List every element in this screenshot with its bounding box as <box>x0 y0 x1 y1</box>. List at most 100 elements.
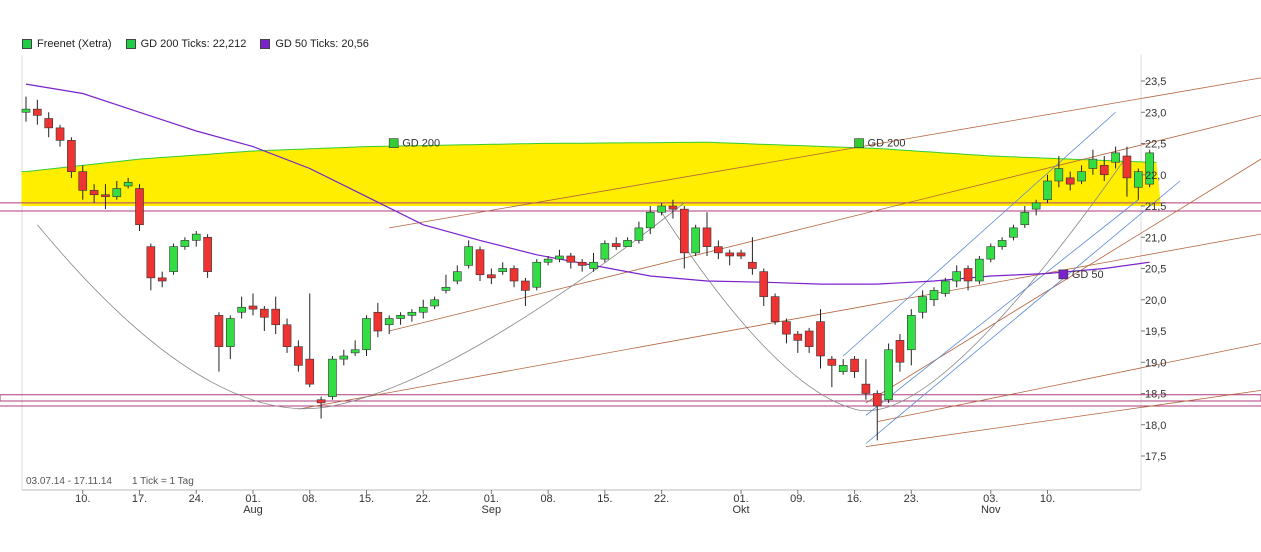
candle-body-up <box>555 255 564 260</box>
candle <box>725 249 735 266</box>
candle-body-up <box>645 211 655 229</box>
series-label-text: GD 50 <box>1072 269 1104 281</box>
candle-body-down <box>872 393 882 407</box>
candle <box>872 390 882 441</box>
candle-body-up <box>350 349 360 354</box>
candle-body-down <box>294 346 303 366</box>
candle-body-up <box>384 318 394 326</box>
y-tick-label: 22,5 <box>1145 139 1166 151</box>
candle-body-down <box>157 277 167 282</box>
candle-body-down <box>793 333 803 341</box>
candle-body-up <box>532 261 542 288</box>
y-tick-label: 23,5 <box>1145 76 1166 88</box>
y-tick-label: 20,0 <box>1145 295 1166 307</box>
candle <box>532 259 542 291</box>
candle-body-up <box>328 358 337 397</box>
candle-body-down <box>487 274 496 279</box>
candle-body-down <box>78 171 88 191</box>
candle-body-down <box>714 246 723 254</box>
candle <box>452 265 462 285</box>
x-tick-month-label: Sep <box>482 504 502 516</box>
candle <box>328 356 337 400</box>
candle-body-down <box>725 252 735 257</box>
candle-body-down <box>44 118 54 129</box>
candle <box>191 231 201 247</box>
footer-date-range: 03.07.14 - 17.11.14 <box>26 476 112 487</box>
candle-body-up <box>452 271 462 282</box>
candle <box>577 259 587 272</box>
candle <box>55 124 65 147</box>
series-label-2: GD 50 <box>1058 269 1104 281</box>
x-tick-label: 23. <box>904 493 919 505</box>
candle-body-up <box>112 188 122 197</box>
y-tick-label: 19,0 <box>1145 357 1166 369</box>
x-tick-label: 17. <box>132 493 147 505</box>
plot-frame <box>21 55 1142 491</box>
candle <box>884 343 893 403</box>
candle-body-down <box>282 324 292 347</box>
candle-body-down <box>373 311 383 332</box>
candle <box>146 243 156 291</box>
candle <box>157 271 167 288</box>
candle-body-down <box>89 190 99 196</box>
candle-body-down <box>861 383 871 394</box>
candle <box>918 290 927 319</box>
candle <box>475 246 485 281</box>
candle <box>748 237 757 275</box>
candle <box>679 206 689 269</box>
candle-body-down <box>816 321 825 357</box>
candle <box>827 356 837 388</box>
candle-body-down <box>759 271 769 297</box>
candle-body-down <box>577 261 587 266</box>
candle <box>566 252 576 269</box>
candle-body-down <box>668 205 678 210</box>
candle-body-up <box>975 258 984 282</box>
candle <box>714 240 723 260</box>
y-axis: 23,5 23,0 22,5 22,0 21,5 21,0 20,5 20,0 19,5 19,0… <box>1141 76 1166 463</box>
candle-body-up <box>1088 158 1098 169</box>
candle-body-up <box>634 227 644 241</box>
candle-body-down <box>33 108 42 116</box>
candle <box>782 318 791 344</box>
candle <box>804 327 814 353</box>
candle <box>555 249 564 263</box>
candle <box>498 262 508 275</box>
channel-line-3 <box>877 343 1261 423</box>
candle <box>350 340 360 356</box>
footer-tick-info: 1 Tick = 1 Tag <box>132 476 194 487</box>
candle-body-down <box>260 308 269 318</box>
candle-body-down <box>782 321 791 335</box>
candle <box>180 237 190 250</box>
candle-body-down <box>305 358 315 385</box>
candle <box>362 315 371 356</box>
y-tick-label: 19,5 <box>1145 326 1166 338</box>
x-tick-month-label: Nov <box>981 504 1001 516</box>
x-tick-label: 08. <box>540 493 555 505</box>
candle-body-up <box>884 349 893 401</box>
candle-body-up <box>430 299 439 307</box>
channel-line-4 <box>865 389 1261 448</box>
y-tick-label: 21,0 <box>1145 232 1166 244</box>
candle <box>816 309 825 369</box>
candle <box>861 359 871 400</box>
price-chart[interactable]: GD 200 GD 200 GD 50 23,5 23,0 22,5 22,0 21,5 21… <box>0 0 1261 552</box>
series-label-text: GD 200 <box>868 138 906 150</box>
candle <box>691 224 700 256</box>
candle <box>418 299 428 319</box>
x-tick-label: 22. <box>416 493 431 505</box>
y-tick-label: 22,0 <box>1145 170 1166 182</box>
candle-body-up <box>339 355 349 360</box>
x-tick-label: 10. <box>75 493 90 505</box>
candle-body-up <box>997 240 1007 247</box>
candle-body-up <box>1009 227 1018 238</box>
candle-body-down <box>67 140 76 172</box>
x-tick-label: 22. <box>654 493 669 505</box>
candle-body-up <box>21 108 31 113</box>
candle <box>1020 206 1030 228</box>
candle <box>282 318 292 353</box>
y-tick-label: 17,5 <box>1145 451 1166 463</box>
candle <box>793 331 803 353</box>
candle-body-up <box>1054 168 1064 182</box>
candle-body-up <box>169 246 178 272</box>
candle <box>135 184 144 231</box>
